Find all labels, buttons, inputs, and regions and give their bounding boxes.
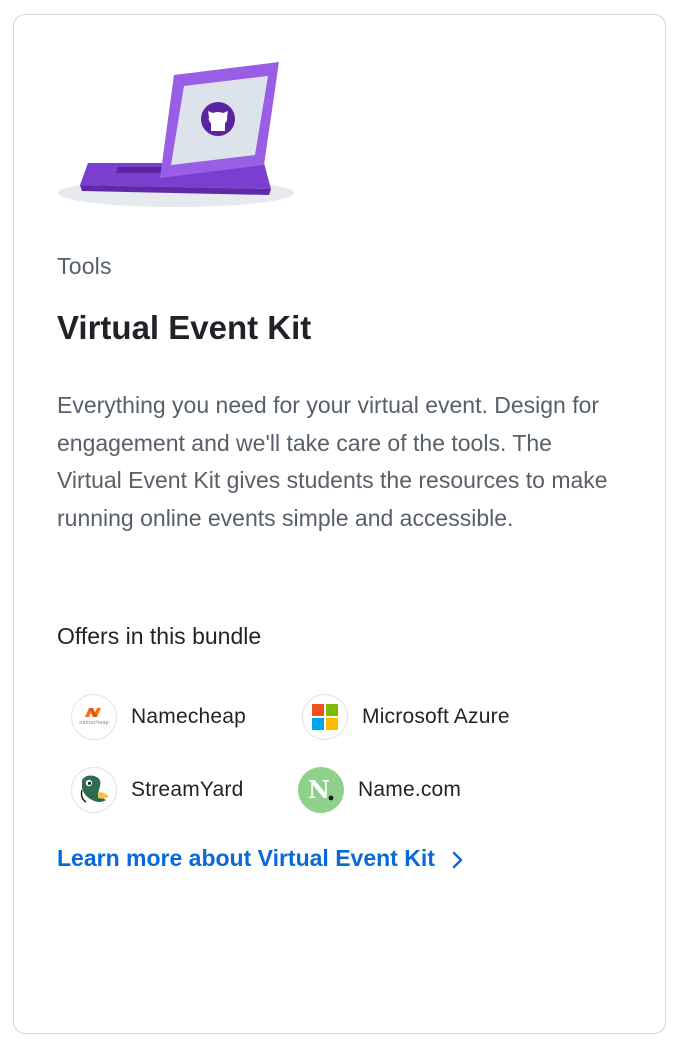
chevron-right-icon [451, 849, 465, 869]
learn-more-link[interactable]: Learn more about Virtual Event Kit [57, 845, 465, 872]
offer-microsoft-azure: Microsoft Azure [302, 694, 510, 740]
offer-name: StreamYard [131, 778, 244, 801]
offer-name: Microsoft Azure [362, 705, 510, 728]
microsoft-logo [302, 694, 348, 740]
offer-namecom: N Name.com [298, 767, 461, 813]
namecheap-logo-caption: namecheap [79, 720, 108, 726]
streamyard-logo [71, 767, 117, 813]
namecheap-logo: namecheap [71, 694, 117, 740]
namecom-logo: N [298, 767, 344, 813]
offers-heading: Offers in this bundle [57, 623, 262, 649]
svg-text:N: N [308, 775, 330, 804]
category-label: Tools [57, 253, 112, 279]
card-title: Virtual Event Kit [57, 309, 312, 346]
offer-streamyard: StreamYard [71, 767, 244, 813]
virtual-event-kit-card: Tools Virtual Event Kit Everything you n… [13, 14, 666, 1034]
laptop-github-illustration [58, 59, 302, 209]
offer-name: Name.com [358, 778, 462, 801]
card-description: Everything you need for your virtual eve… [57, 392, 608, 531]
offer-name: Namecheap [131, 705, 247, 728]
learn-more-label: Learn more about Virtual Event Kit [57, 845, 435, 871]
offer-namecheap: namecheap Namecheap [71, 694, 246, 740]
